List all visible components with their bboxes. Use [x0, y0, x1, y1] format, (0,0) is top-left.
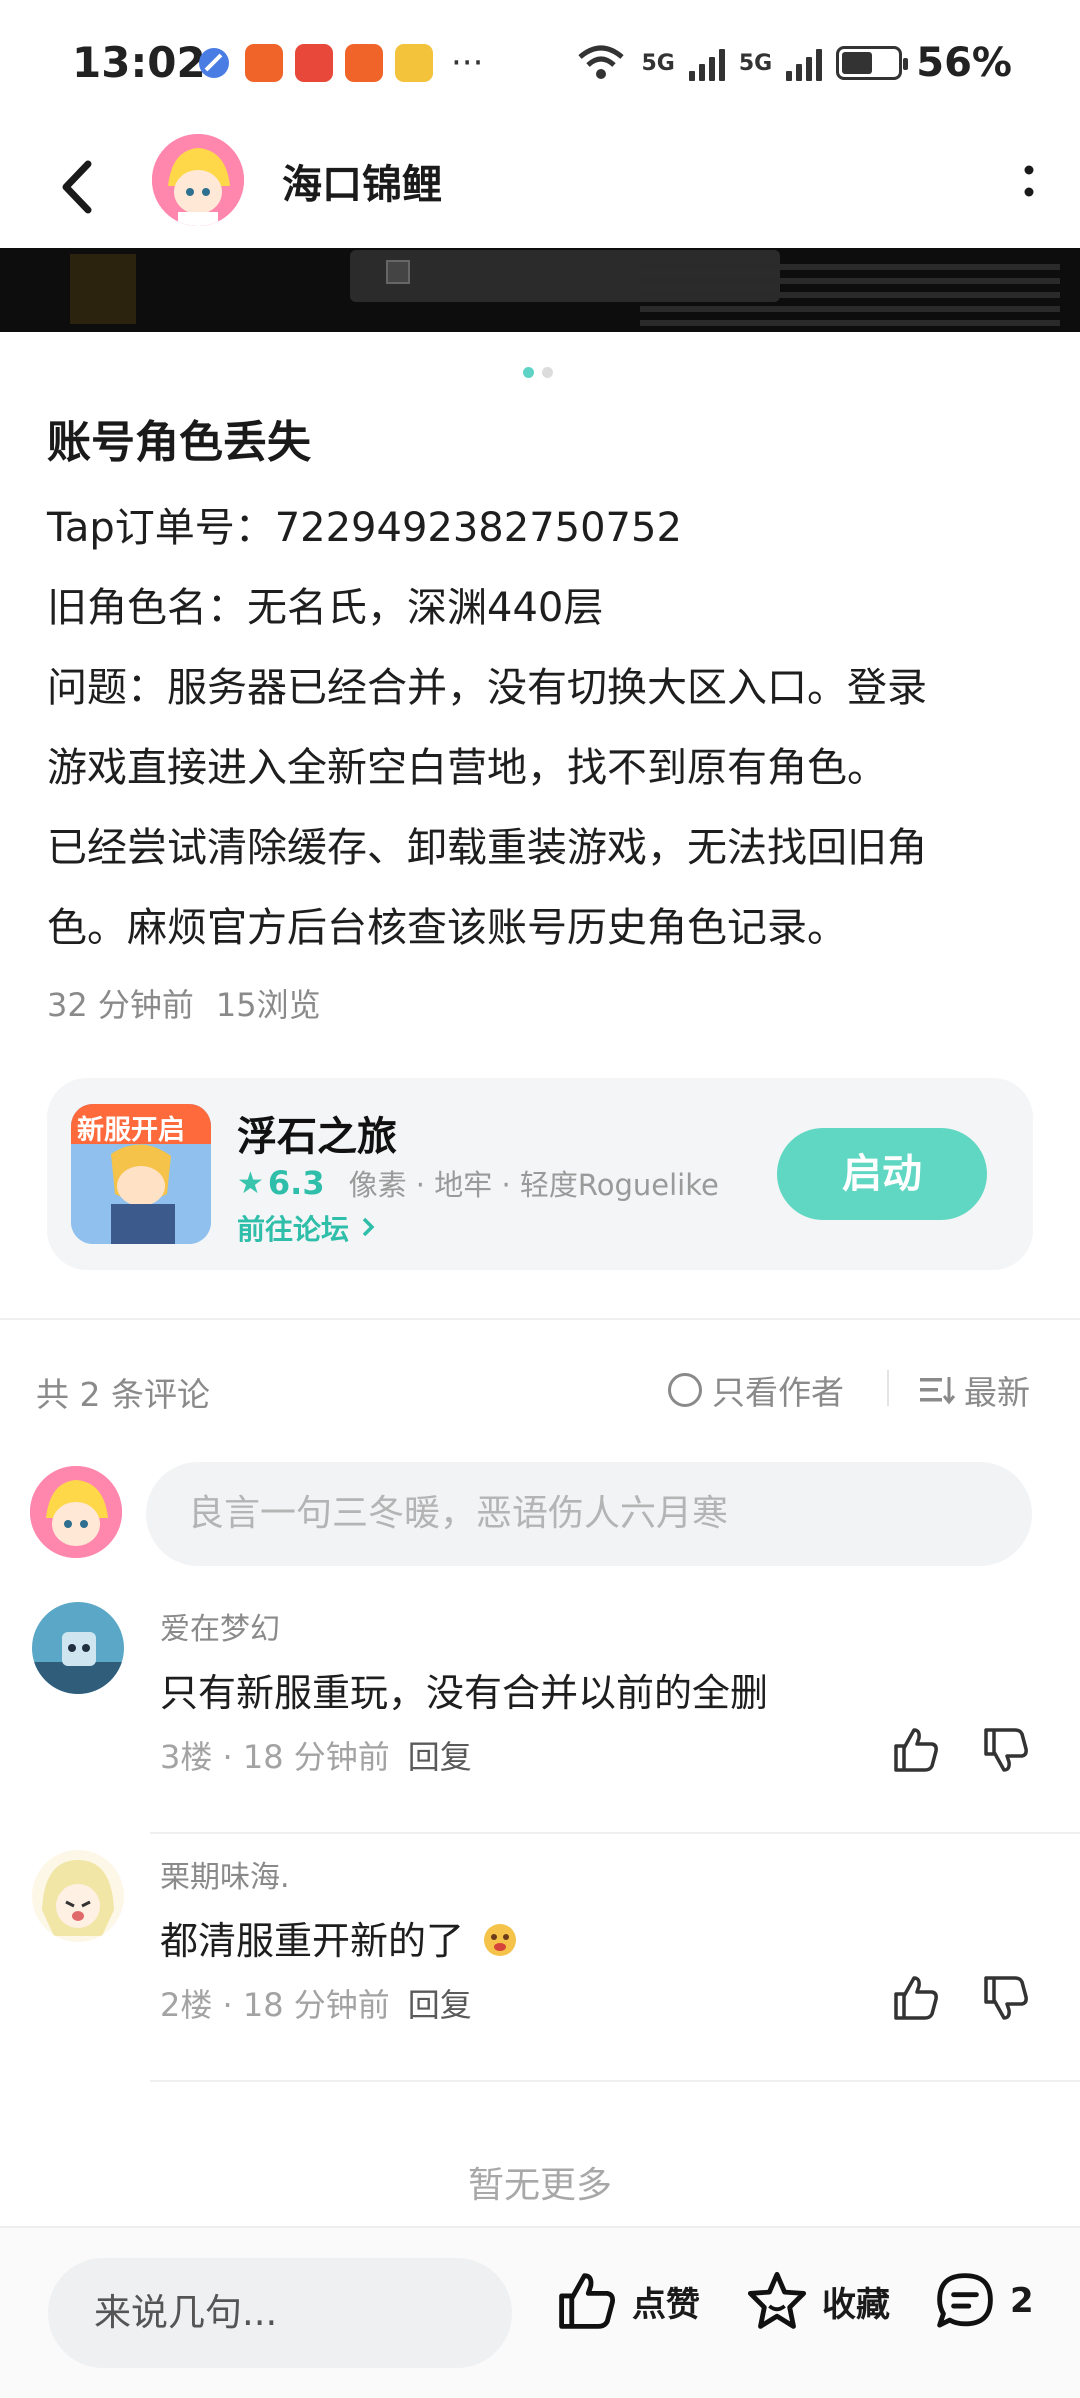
comment-time: 18 分钟前 — [242, 1738, 390, 1776]
network-type-1: 5G — [641, 50, 675, 76]
game-icon-badge: 新服开启 — [77, 1115, 185, 1146]
xiaohongshu-app-icon — [245, 44, 283, 82]
no-more-text: 暂无更多 — [467, 2165, 612, 2206]
top-nav: 海口锦鲤 — [0, 130, 1080, 248]
network-type-2: 5G — [738, 50, 773, 76]
comment-floor: 2楼 — [160, 1986, 213, 2024]
status-bar: 13:02 ··· 5G 5G 56% — [0, 0, 1080, 130]
reply-button[interactable]: 回复 — [408, 1738, 472, 1776]
shopping-app-icon — [295, 44, 333, 82]
banner-thumbnail — [70, 254, 136, 324]
emoji-sticker-icon — [484, 1924, 517, 1956]
post-body: Tap订单号：7229492382750752 旧角色名：无名氏，深渊440层 … — [47, 488, 1037, 968]
xiaohongshu-app-icon-2 — [345, 44, 383, 82]
author-avatar[interactable] — [152, 134, 244, 226]
back-icon[interactable] — [50, 152, 110, 222]
comment-divider — [150, 1832, 1080, 1834]
thumbs-up-icon — [559, 2273, 615, 2329]
sort-icon — [920, 1377, 956, 1405]
anime-girl-avatar-icon — [32, 1850, 124, 1942]
feather-app-icon — [199, 48, 229, 78]
page-title: 海口锦鲤 — [282, 162, 442, 208]
post-title: 账号角色丢失 — [47, 417, 311, 468]
battery-icon — [836, 46, 909, 80]
more-options-icon[interactable] — [1014, 156, 1044, 206]
forum-link[interactable]: 前往论坛 — [237, 1208, 377, 1248]
radio-icon — [668, 1373, 702, 1407]
only-author-label: 只看作者 — [712, 1373, 844, 1412]
game-rating: ★ 6.3 像素 · 地牢 · 轻度Roguelike — [237, 1162, 719, 1204]
comment-info: 3楼 · 18 分钟前 回复 — [160, 1738, 472, 1776]
post-meta: 32 分钟前 15浏览 — [47, 980, 321, 1026]
post-line: 问题：服务器已经合并，没有切换大区入口。登录 — [47, 665, 927, 711]
game-tags: 像素 · 地牢 · 轻度Roguelike — [348, 1168, 719, 1202]
commenter-avatar[interactable] — [32, 1850, 124, 1942]
game-score: 6.3 — [267, 1164, 325, 1202]
post-line: 已经尝试清除缓存、卸载重装游戏，无法找回旧角 — [47, 825, 927, 871]
post-time: 32 分钟前 — [47, 986, 194, 1024]
dislike-icon[interactable] — [980, 1724, 1032, 1776]
notification-icons: ··· — [195, 44, 483, 82]
comment-text: 都清服重开新的了 — [160, 1910, 520, 1965]
signal-icon-1 — [688, 45, 725, 81]
banner-fine-print — [640, 256, 1060, 332]
signal-icon-2 — [786, 45, 823, 81]
post-line: 旧角色名：无名氏，深渊440层 — [47, 585, 604, 631]
launch-button[interactable]: 启动 — [777, 1128, 987, 1220]
post-image-banner[interactable] — [0, 248, 1080, 332]
divider — [887, 1370, 889, 1406]
image-pager — [523, 367, 553, 378]
section-divider — [0, 1318, 1080, 1320]
say-something-input[interactable]: 来说几句... — [48, 2258, 512, 2368]
commenter-name[interactable]: 爱在梦幻 — [160, 1604, 280, 1648]
dislike-icon[interactable] — [980, 1972, 1032, 2024]
post-line: Tap订单号：7229492382750752 — [47, 505, 682, 551]
comment-info: 2楼 · 18 分钟前 回复 — [160, 1986, 472, 2024]
like-post-button[interactable]: 点赞 — [554, 2268, 700, 2334]
chevron-right-icon — [362, 1217, 375, 1237]
comment-count: 共 2 条评论 — [36, 1375, 210, 1414]
comment-count-badge: 2 — [1010, 2281, 1034, 2321]
comment-bubble-icon — [937, 2273, 993, 2328]
comment-floor: 3楼 — [160, 1738, 213, 1776]
favorite-label: 收藏 — [822, 2284, 890, 2325]
favorite-button[interactable]: 收藏 — [744, 2268, 890, 2334]
comment-text-content: 都清服重开新的了 — [160, 1919, 465, 1963]
more-notifications-icon: ··· — [451, 43, 484, 83]
post-views: 15浏览 — [215, 986, 321, 1024]
reply-button[interactable]: 回复 — [408, 1986, 472, 2024]
robot-avatar-icon — [32, 1602, 124, 1694]
bottom-action-bar: 来说几句... 点赞 收藏 2 — [0, 2226, 1080, 2398]
game-app-icon — [395, 44, 433, 82]
banner-checkbox — [386, 260, 410, 284]
post-line: 色。麻烦官方后台核查该账号历史角色记录。 — [47, 905, 847, 951]
star-icon: ★ — [237, 1165, 264, 1201]
star-outline-icon — [747, 2271, 807, 2329]
comment-input[interactable]: 良言一句三冬暖，恶语伤人六月寒 — [146, 1462, 1032, 1566]
comments-button[interactable]: 2 — [932, 2268, 1034, 2334]
sort-button[interactable]: 最新 — [918, 1366, 1030, 1414]
wifi-icon — [577, 45, 624, 79]
status-time: 13:02 — [72, 38, 206, 87]
my-avatar[interactable] — [30, 1466, 122, 1558]
commenter-avatar[interactable] — [32, 1602, 124, 1694]
commenter-name[interactable]: 栗期味海. — [160, 1852, 290, 1896]
like-label: 点赞 — [632, 2284, 700, 2325]
battery-percent: 56% — [916, 40, 1012, 86]
sort-label: 最新 — [964, 1373, 1030, 1412]
anime-avatar-icon — [152, 134, 244, 226]
game-card[interactable]: 新服开启 浮石之旅 ★ 6.3 像素 · 地牢 · 轻度Roguelike 前往… — [47, 1078, 1033, 1270]
game-icon[interactable]: 新服开启 — [71, 1104, 211, 1244]
comment-divider — [150, 2080, 1080, 2082]
only-author-toggle[interactable]: 只看作者 — [668, 1366, 844, 1414]
like-icon[interactable] — [890, 1972, 942, 2024]
anime-avatar-icon — [30, 1466, 122, 1558]
comment-text: 只有新服重玩，没有合并以前的全删 — [160, 1671, 769, 1715]
post-line: 游戏直接进入全新空白营地，找不到原有角色。 — [47, 745, 887, 791]
game-name: 浮石之旅 — [237, 1114, 397, 1160]
like-icon[interactable] — [890, 1724, 942, 1776]
forum-link-label: 前往论坛 — [237, 1213, 350, 1246]
comment-time: 18 分钟前 — [242, 1986, 390, 2024]
